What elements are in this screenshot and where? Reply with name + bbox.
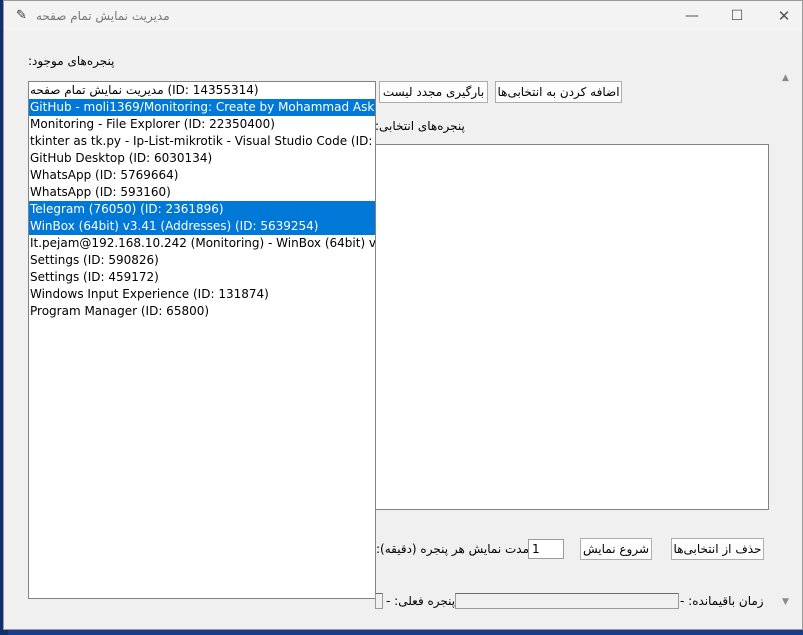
available-windows-list[interactable]: مدیریت نمایش تمام صفحه (ID: 14355314) Git… xyxy=(28,81,376,599)
app-window: ✎ مدیریت نمایش تمام صفحه — ☐ ✕ پنجره‌های… xyxy=(3,0,803,630)
reload-list-button[interactable]: بارگیری مجدد لیست xyxy=(379,81,488,103)
list-item[interactable]: GitHub - moli1369/Monitoring: Create by … xyxy=(29,99,375,116)
selected-windows-label: پنجره‌های انتخابی: xyxy=(375,119,465,133)
list-item[interactable]: WinBox (64bit) v3.41 (Addresses) (ID: 56… xyxy=(29,218,375,235)
list-item[interactable]: WhatsApp (ID: 5769664) xyxy=(29,167,375,184)
duration-input[interactable]: 1 xyxy=(528,539,564,559)
list-item[interactable]: Settings (ID: 459172) xyxy=(29,269,375,286)
list-item[interactable]: tkinter as tk.py - Ip-List-mikrotik - Vi… xyxy=(29,133,375,150)
status-bar: پنجره فعلی: - زمان باقیمانده: - xyxy=(374,591,764,611)
window-scrollbar[interactable]: ▲ ▼ xyxy=(772,31,802,629)
list-item[interactable]: Telegram (76050) (ID: 2361896) xyxy=(29,201,375,218)
minimize-icon[interactable]: — xyxy=(672,4,712,28)
list-item[interactable]: It.pejam@192.168.10.242 (Monitoring) - W… xyxy=(29,235,375,252)
available-windows-label: پنجره‌های موجود: xyxy=(28,54,115,68)
list-item[interactable]: مدیریت نمایش تمام صفحه (ID: 14355314) xyxy=(29,82,375,99)
current-window-label: پنجره فعلی: - xyxy=(386,594,456,608)
remaining-time-label: زمان باقیمانده: - xyxy=(680,594,764,608)
remove-from-selected-button[interactable]: حذف از انتخابی‌ها xyxy=(671,538,764,560)
main-content: پنجره‌های موجود: مدیریت نمایش تمام صفحه … xyxy=(4,31,772,629)
list-item[interactable]: GitHub Desktop (ID: 6030134) xyxy=(29,150,375,167)
feather-icon: ✎ xyxy=(16,8,27,23)
list-item[interactable]: Monitoring - File Explorer (ID: 22350400… xyxy=(29,116,375,133)
title-bar[interactable]: ✎ مدیریت نمایش تمام صفحه — ☐ ✕ xyxy=(4,1,802,31)
window-title: مدیریت نمایش تمام صفحه xyxy=(36,9,170,23)
selected-windows-list[interactable] xyxy=(375,144,769,510)
list-item[interactable]: Windows Input Experience (ID: 131874) xyxy=(29,286,375,303)
list-item[interactable]: Settings (ID: 590826) xyxy=(29,252,375,269)
duration-label: مدت نمایش هر پنجره (دقیقه): xyxy=(376,542,530,556)
add-to-selected-button[interactable]: اضافه کردن به انتخابی‌ها xyxy=(495,81,622,103)
list-item[interactable]: WhatsApp (ID: 593160) xyxy=(29,184,375,201)
scroll-up-icon[interactable]: ▲ xyxy=(782,73,789,83)
remaining-time-box xyxy=(455,593,679,609)
start-display-button[interactable]: شروع نمایش xyxy=(580,538,652,560)
maximize-icon[interactable]: ☐ xyxy=(717,4,757,28)
current-window-box xyxy=(375,593,383,609)
close-icon[interactable]: ✕ xyxy=(764,4,803,28)
list-item[interactable]: Program Manager (ID: 65800) xyxy=(29,303,375,320)
scroll-down-icon[interactable]: ▼ xyxy=(782,597,789,607)
